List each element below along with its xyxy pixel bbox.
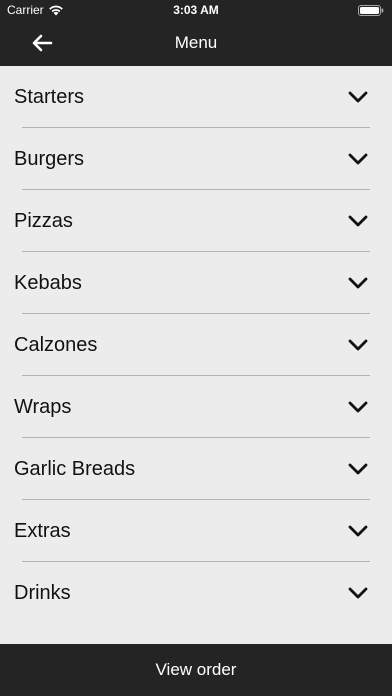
menu-category-label: Pizzas bbox=[14, 210, 73, 232]
chevron-down-icon bbox=[348, 401, 368, 413]
menu-category-label: Wraps bbox=[14, 396, 72, 418]
menu-category-calzones[interactable]: Calzones bbox=[0, 314, 392, 376]
chevron-down-icon bbox=[348, 587, 368, 599]
menu-category-kebabs[interactable]: Kebabs bbox=[0, 252, 392, 314]
chevron-down-icon bbox=[348, 463, 368, 475]
battery-icon bbox=[358, 5, 384, 16]
status-bar: Carrier 3:03 AM bbox=[0, 0, 392, 20]
menu-category-label: Starters bbox=[14, 86, 85, 108]
menu-category-drinks[interactable]: Drinks bbox=[0, 562, 392, 624]
chevron-down-icon bbox=[348, 153, 368, 165]
view-order-button[interactable]: View order bbox=[0, 644, 392, 696]
menu-category-label: Kebabs bbox=[14, 272, 82, 294]
menu-category-garlic-breads[interactable]: Garlic Breads bbox=[0, 438, 392, 500]
menu-category-label: Extras bbox=[14, 520, 71, 542]
menu-list: Starters Burgers Pizzas Kebabs Calzones … bbox=[0, 66, 392, 624]
chevron-down-icon bbox=[348, 215, 368, 227]
chevron-down-icon bbox=[348, 91, 368, 103]
nav-bar: Menu bbox=[0, 20, 392, 66]
view-order-label: View order bbox=[155, 660, 237, 679]
menu-category-label: Drinks bbox=[14, 582, 71, 604]
menu-category-wraps[interactable]: Wraps bbox=[0, 376, 392, 438]
menu-category-starters[interactable]: Starters bbox=[0, 66, 392, 128]
menu-category-label: Burgers bbox=[14, 148, 85, 170]
menu-category-label: Garlic Breads bbox=[14, 458, 136, 480]
status-time: 3:03 AM bbox=[173, 3, 219, 17]
page-title: Menu bbox=[174, 33, 218, 52]
back-button[interactable] bbox=[26, 28, 58, 58]
arrow-left-icon bbox=[32, 34, 53, 52]
menu-category-pizzas[interactable]: Pizzas bbox=[0, 190, 392, 252]
screen: Carrier 3:03 AM Menu Starters Burgers Pi… bbox=[0, 0, 392, 696]
menu-category-burgers[interactable]: Burgers bbox=[0, 128, 392, 190]
chevron-down-icon bbox=[348, 525, 368, 537]
menu-category-label: Calzones bbox=[14, 334, 98, 356]
menu-category-extras[interactable]: Extras bbox=[0, 500, 392, 562]
chevron-down-icon bbox=[348, 277, 368, 289]
chevron-down-icon bbox=[348, 339, 368, 351]
